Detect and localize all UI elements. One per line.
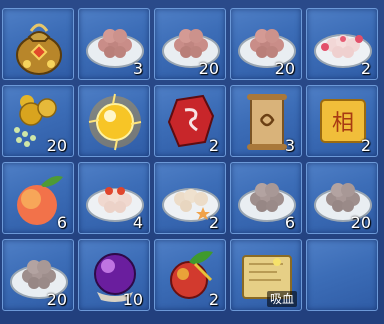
item-count: 2 <box>208 213 219 232</box>
slot-15[interactable]: 20 <box>306 162 378 234</box>
item-count: 2 <box>208 136 219 155</box>
slot-11[interactable]: 6 <box>2 162 74 234</box>
slot-4[interactable]: 20 <box>230 8 302 80</box>
item-count: 20 <box>350 213 371 232</box>
slot-19[interactable]: 吸血 <box>230 239 302 311</box>
glowing-orb-icon <box>88 93 142 151</box>
slot-8[interactable]: 2 <box>154 85 226 157</box>
slot-7[interactable] <box>78 85 150 157</box>
item-count: 4 <box>132 213 143 232</box>
item-count: 6 <box>284 213 295 232</box>
item-count: 6 <box>56 213 67 232</box>
slot-17[interactable]: 10 <box>78 239 150 311</box>
slot-5[interactable]: 2 <box>306 8 378 80</box>
slot-10[interactable]: 相 2 <box>306 85 378 157</box>
item-count: 3 <box>132 59 143 78</box>
item-count: 20 <box>274 59 295 78</box>
item-count: 2 <box>208 290 219 309</box>
item-count: 10 <box>122 290 143 309</box>
slot-9[interactable]: 3 <box>230 85 302 157</box>
item-count: 20 <box>46 136 67 155</box>
item-count: 2 <box>360 136 371 155</box>
slot-2[interactable]: 3 <box>78 8 150 80</box>
item-tag: 吸血 <box>266 291 297 307</box>
slot-14[interactable]: 6 <box>230 162 302 234</box>
plaque-glyph: 相 <box>332 111 354 136</box>
slot-6[interactable]: 20 <box>2 85 74 157</box>
item-count: 2 <box>360 59 371 78</box>
slot-3[interactable]: 20 <box>154 8 226 80</box>
money-pouch-icon <box>16 23 62 75</box>
slot-13[interactable]: 2 <box>154 162 226 234</box>
slot-16[interactable]: 20 <box>2 239 74 311</box>
item-count: 20 <box>46 290 67 309</box>
item-count: 3 <box>284 136 295 155</box>
slot-18[interactable]: 2 <box>154 239 226 311</box>
inventory-grid: 3 20 20 2 20 2 3 相 2 6 4 2 6 20 20 10 2 … <box>0 0 384 324</box>
item-count: 20 <box>198 59 219 78</box>
slot-12[interactable]: 4 <box>78 162 150 234</box>
slot-20-empty[interactable] <box>306 239 378 311</box>
slot-1[interactable] <box>2 8 74 80</box>
